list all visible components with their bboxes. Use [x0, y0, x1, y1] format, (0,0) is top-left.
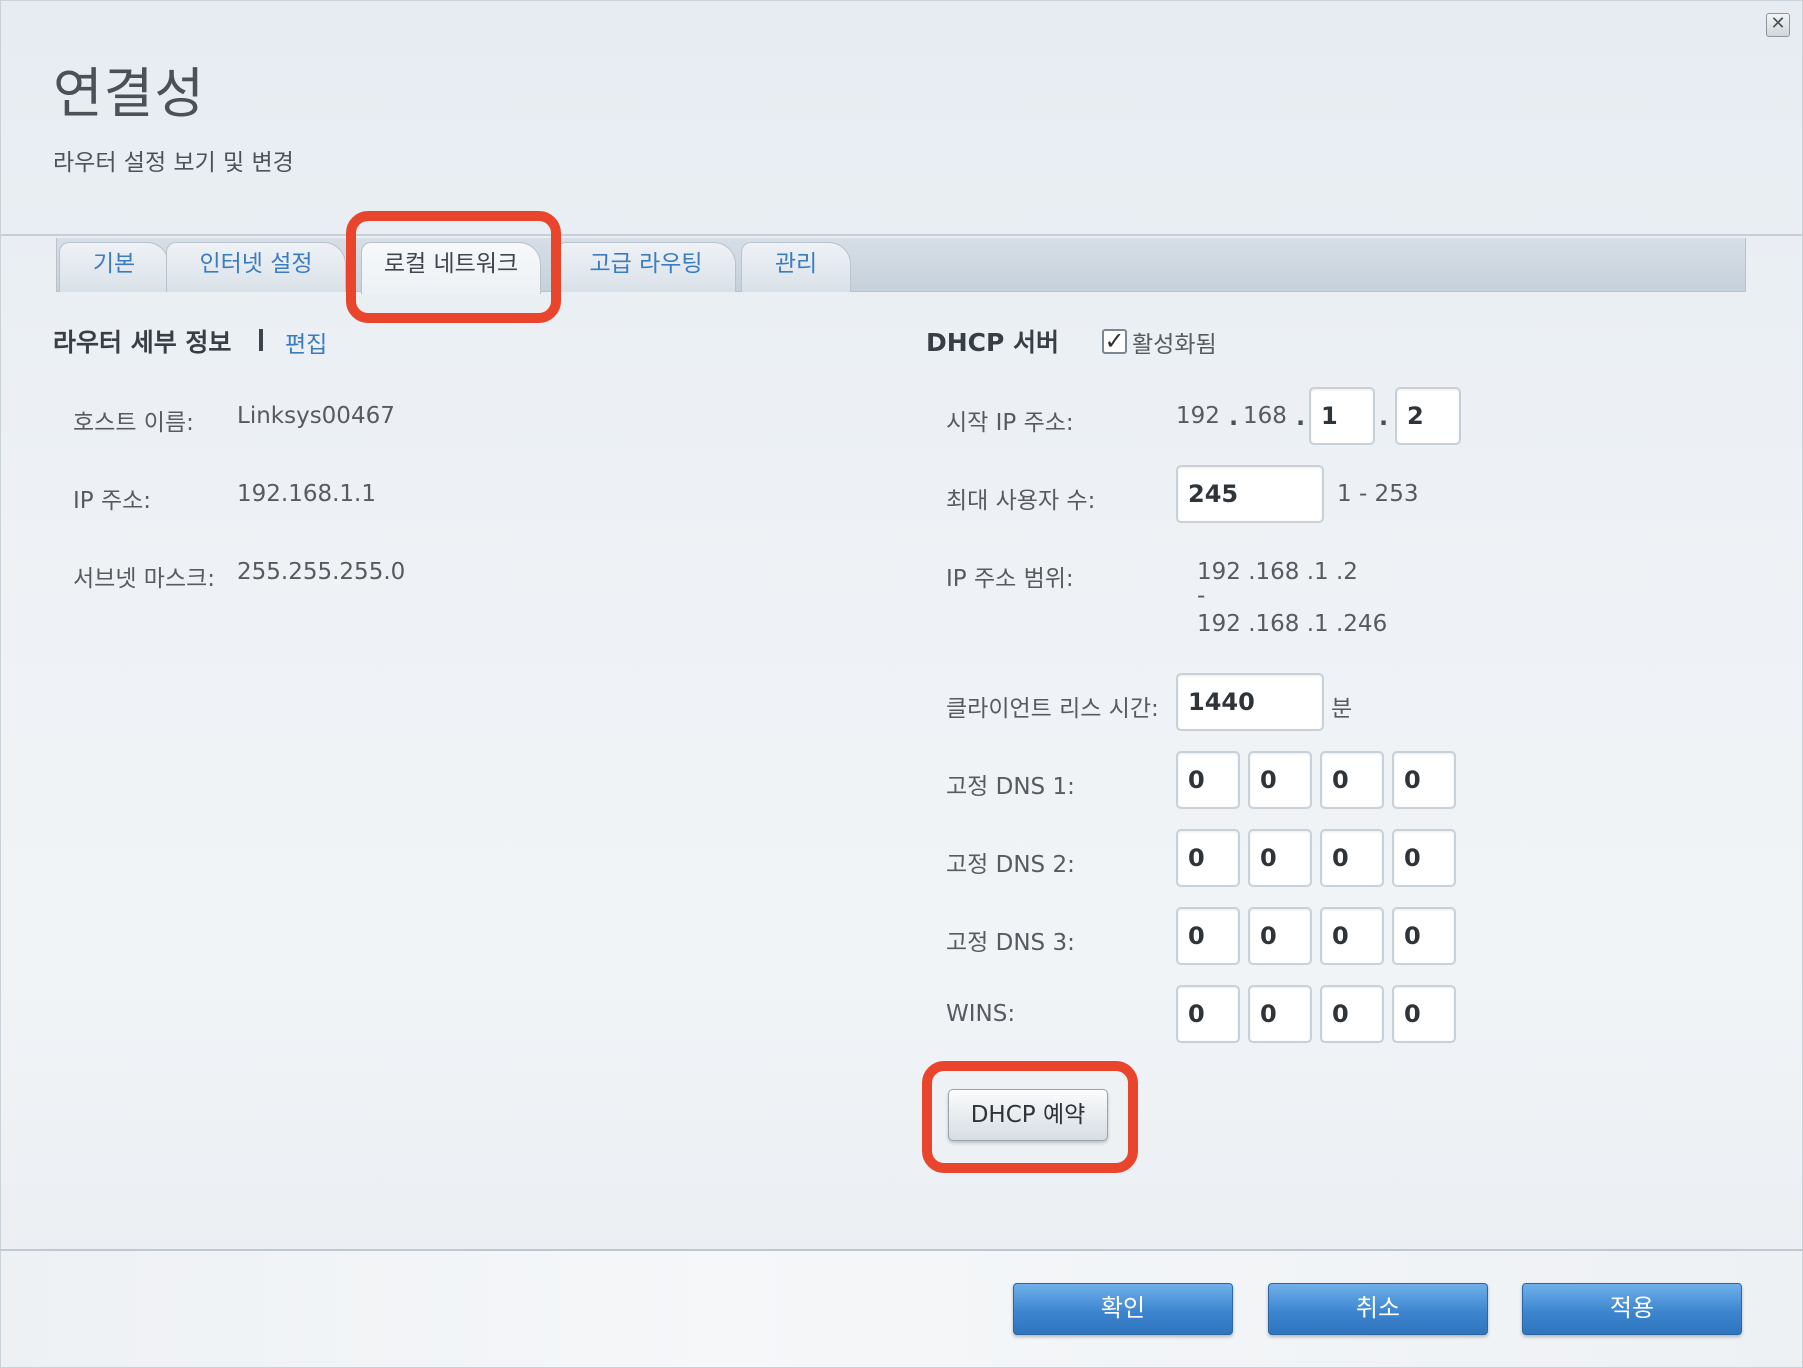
dns3-octet-1-input[interactable]: 0 — [1176, 907, 1240, 965]
start-ip-octet-2: 168 — [1243, 403, 1287, 429]
start-ip-label: 시작 IP 주소: — [946, 410, 1074, 436]
connectivity-dialog: ✕ 연결성 라우터 설정 보기 및 변경 기본 인터넷 설정 로컬 네트워크 고… — [0, 0, 1803, 1368]
start-ip-octet-1: 192 — [1176, 403, 1220, 429]
tab-advanced-routing[interactable]: 고급 라우팅 — [556, 242, 736, 292]
wins-octet-3-input[interactable]: 0 — [1320, 985, 1384, 1043]
dns2-octet-3-input[interactable]: 0 — [1320, 829, 1384, 887]
dns3-octet-3-input[interactable]: 0 — [1320, 907, 1384, 965]
close-icon[interactable]: ✕ — [1766, 13, 1790, 37]
subnet-mask-label: 서브넷 마스크: — [73, 566, 216, 592]
tab-internet-settings[interactable]: 인터넷 설정 — [166, 242, 346, 292]
dhcp-enabled-checkbox[interactable]: ✓ — [1102, 329, 1127, 354]
lease-time-unit: 분 — [1331, 696, 1353, 722]
page-title: 연결성 — [53, 62, 206, 125]
wins-octet-1-input[interactable]: 0 — [1176, 985, 1240, 1043]
ip-range-label: IP 주소 범위: — [946, 566, 1074, 592]
dhcp-enabled-label: 활성화됨 — [1132, 332, 1217, 358]
apply-button[interactable]: 적용 — [1522, 1283, 1742, 1335]
ok-button[interactable]: 확인 — [1013, 1283, 1233, 1335]
wins-octet-4-input[interactable]: 0 — [1392, 985, 1456, 1043]
wins-octet-2-input[interactable]: 0 — [1248, 985, 1312, 1043]
ip-dot: . — [1296, 403, 1306, 431]
ip-range-start: 192 .168 .1 .2 — [1197, 559, 1358, 585]
dns3-octet-2-input[interactable]: 0 — [1248, 907, 1312, 965]
cancel-button[interactable]: 취소 — [1268, 1283, 1488, 1335]
ip-address-label: IP 주소: — [73, 488, 152, 514]
dhcp-button-highlight-annotation — [922, 1061, 1138, 1173]
ip-range-dash: - — [1197, 583, 1206, 609]
wins-label: WINS: — [946, 1001, 1016, 1027]
dns2-octet-1-input[interactable]: 0 — [1176, 829, 1240, 887]
max-users-range: 1 - 253 — [1337, 481, 1419, 507]
ip-dot: . — [1379, 403, 1389, 431]
dns1-octet-3-input[interactable]: 0 — [1320, 751, 1384, 809]
static-dns-1-label: 고정 DNS 1: — [946, 774, 1075, 800]
lease-time-label: 클라이언트 리스 시간: — [946, 696, 1159, 722]
static-dns-3-label: 고정 DNS 3: — [946, 930, 1075, 956]
start-ip-octet-3-input[interactable]: 1 — [1309, 387, 1375, 445]
subnet-mask-value: 255.255.255.0 — [237, 559, 406, 585]
dhcp-server-title: DHCP 서버 — [926, 328, 1060, 357]
host-name-value: Linksys00467 — [237, 403, 395, 429]
edit-link[interactable]: 편집 — [285, 325, 327, 359]
static-dns-2-label: 고정 DNS 2: — [946, 852, 1075, 878]
tab-basic[interactable]: 기본 — [59, 242, 169, 292]
dns2-octet-4-input[interactable]: 0 — [1392, 829, 1456, 887]
dns1-octet-2-input[interactable]: 0 — [1248, 751, 1312, 809]
ip-range-end: 192 .168 .1 .246 — [1197, 611, 1388, 637]
tab-administration[interactable]: 관리 — [741, 242, 851, 292]
dns1-octet-4-input[interactable]: 0 — [1392, 751, 1456, 809]
dns1-octet-1-input[interactable]: 0 — [1176, 751, 1240, 809]
ip-dot: . — [1229, 403, 1239, 431]
tab-highlight-annotation — [346, 211, 561, 323]
header-divider — [1, 234, 1802, 236]
page-subtitle: 라우터 설정 보기 및 변경 — [53, 150, 294, 176]
start-ip-octet-4-input[interactable]: 2 — [1395, 387, 1461, 445]
dns2-octet-2-input[interactable]: 0 — [1248, 829, 1312, 887]
title-separator — [259, 329, 263, 351]
max-users-label: 최대 사용자 수: — [946, 488, 1096, 514]
lease-time-input[interactable]: 1440 — [1176, 673, 1324, 731]
ip-address-value: 192.168.1.1 — [237, 481, 376, 507]
max-users-input[interactable]: 245 — [1176, 465, 1324, 523]
host-name-label: 호스트 이름: — [73, 410, 194, 436]
dns3-octet-4-input[interactable]: 0 — [1392, 907, 1456, 965]
router-details-title: 라우터 세부 정보 — [53, 328, 232, 357]
